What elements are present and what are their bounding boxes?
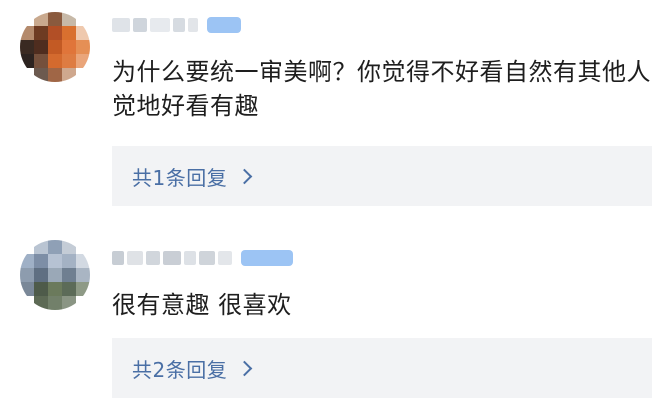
user-badge-blurred [207,17,241,33]
view-replies-button[interactable]: 共1条回复 [112,146,652,206]
chevron-right-icon [236,360,253,377]
username-blurred[interactable] [112,14,241,36]
avatar[interactable] [20,240,90,310]
comment-text: 为什么要统一审美啊？你觉得不好看自然有其他人觉地好看有趣 [112,58,651,120]
user-badge-blurred [241,250,293,266]
view-replies-button[interactable]: 共2条回复 [112,338,652,398]
reply-count-label: 共1条回复 [132,165,228,190]
username-blurred[interactable] [112,247,293,269]
avatar-pixelated-image [20,240,90,310]
comment-text: 很有意趣 很喜欢 [112,291,292,319]
chevron-right-icon [236,168,253,185]
reply-count-label: 共2条回复 [132,357,228,382]
avatar[interactable] [20,12,90,82]
avatar-pixelated-image [20,12,90,82]
